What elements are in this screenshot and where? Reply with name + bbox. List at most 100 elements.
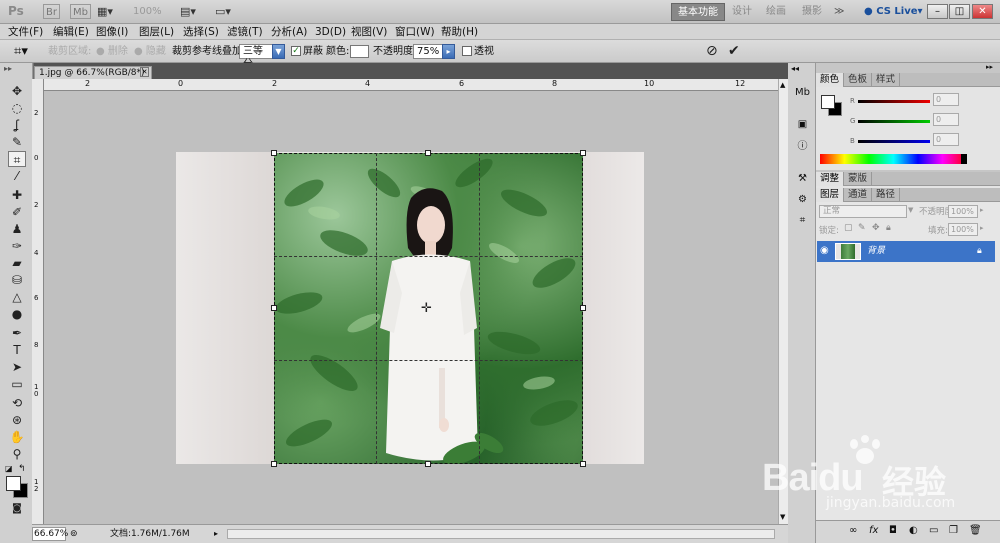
menu-analysis[interactable]: 分析(A) xyxy=(271,24,307,40)
layer-name[interactable]: 背景 xyxy=(867,241,885,261)
cs-live-button[interactable]: ● CS Live▾ xyxy=(864,4,923,19)
menu-view[interactable]: 视图(V) xyxy=(351,24,387,40)
swap-colors-icon[interactable]: ↰ xyxy=(18,464,26,474)
crop-tool-icon[interactable]: ⌗ xyxy=(8,151,26,167)
adjustment-layer-icon[interactable]: ◐ xyxy=(909,525,918,536)
minimize-button[interactable]: – xyxy=(927,4,948,19)
blur-tool-icon[interactable]: △ xyxy=(8,289,26,305)
channel-r-input[interactable]: 0 xyxy=(933,93,959,106)
clone-stamp-tool-icon[interactable]: ♟ xyxy=(8,221,26,237)
marquee-tool-icon[interactable]: ◌ xyxy=(8,100,26,116)
layer-visibility-eye-icon[interactable]: ◉ xyxy=(820,241,829,261)
shield-color-swatch[interactable] xyxy=(350,45,369,58)
add-mask-icon[interactable]: ◘ xyxy=(889,525,897,536)
document-tab[interactable]: 1.jpg @ 66.7%(RGB/8*) ✕ xyxy=(34,66,152,80)
menu-file[interactable]: 文件(F) xyxy=(8,24,43,40)
tab-layers[interactable]: 图层 xyxy=(816,188,845,202)
zoom-level[interactable]: 100% xyxy=(133,4,162,19)
clone-source-panel-icon[interactable]: ⚙ xyxy=(795,193,810,206)
paint-bucket-tool-icon[interactable]: ⛁ xyxy=(8,272,26,288)
brush-tool-icon[interactable]: ✐ xyxy=(8,204,26,220)
menu-window[interactable]: 窗口(W) xyxy=(395,24,435,40)
collapse-toolbox-icon[interactable]: ▸▸ xyxy=(4,64,12,73)
new-group-icon[interactable]: ▭ xyxy=(929,525,938,536)
delete-layer-icon[interactable]: 🗑︎ xyxy=(969,525,982,536)
tab-styles[interactable]: 样式 xyxy=(872,73,901,87)
delete-radio[interactable]: ● 删除 xyxy=(96,40,128,63)
crop-handle-bottom-right[interactable] xyxy=(580,461,586,467)
opacity-slider-icon[interactable]: ▸ xyxy=(442,44,455,59)
tab-masks[interactable]: 蒙版 xyxy=(844,172,873,186)
fill-input[interactable]: 100% xyxy=(948,223,978,236)
overlay-dropdown-icon[interactable]: ▼ xyxy=(272,44,285,59)
eraser-tool-icon[interactable]: ▰ xyxy=(8,255,26,271)
lock-all-icon[interactable]: 🔒︎ xyxy=(886,223,891,233)
workspace-design[interactable]: 设计 xyxy=(726,3,758,21)
lasso-tool-icon[interactable]: ʆ xyxy=(8,117,26,133)
crop-handle-top-left[interactable] xyxy=(271,150,277,156)
crop-tool-preset-icon[interactable]: ⌗▾ xyxy=(14,40,28,63)
channel-b-input[interactable]: 0 xyxy=(933,133,959,146)
menu-select[interactable]: 选择(S) xyxy=(183,24,219,40)
3d-rotate-tool-icon[interactable]: ⟲ xyxy=(8,395,26,411)
crop-handle-left[interactable] xyxy=(271,305,277,311)
expand-panels-icon[interactable]: ◂◂ xyxy=(791,64,799,73)
move-tool-icon[interactable]: ✥ xyxy=(8,83,26,99)
type-tool-icon[interactable]: T xyxy=(8,342,26,358)
channel-g-input[interactable]: 0 xyxy=(933,113,959,126)
panel-foreground-swatch[interactable] xyxy=(821,95,835,109)
quick-mask-icon[interactable]: ◙ xyxy=(8,501,26,517)
arrange-documents-icon[interactable]: ▤▾ xyxy=(180,4,196,19)
commit-crop-icon[interactable]: ✔ xyxy=(728,40,740,63)
healing-brush-tool-icon[interactable]: ✚ xyxy=(8,187,26,203)
zoom-tool-icon[interactable]: ⚲ xyxy=(8,446,26,462)
lock-transparent-icon[interactable]: ▢ xyxy=(844,223,853,233)
crop-handle-top[interactable] xyxy=(425,150,431,156)
restore-button[interactable]: ◫ xyxy=(949,4,970,19)
info-panel-icon[interactable]: ⓘ xyxy=(795,140,810,153)
hide-radio[interactable]: ● 隐藏 xyxy=(134,40,166,63)
layer-style-icon[interactable]: fx xyxy=(869,525,878,536)
workspace-essentials[interactable]: 基本功能 xyxy=(671,3,725,21)
overlay-select[interactable]: 三等分 xyxy=(239,44,273,70)
eyedropper-tool-icon[interactable]: ⁄ xyxy=(8,168,26,184)
tab-paths[interactable]: 路径 xyxy=(872,188,901,202)
channel-b-slider[interactable] xyxy=(858,140,930,143)
crop-handle-bottom-left[interactable] xyxy=(271,461,277,467)
foreground-color-swatch[interactable] xyxy=(6,476,21,491)
view-extras-icon[interactable]: ▦▾ xyxy=(97,4,113,19)
3d-orbit-tool-icon[interactable]: ⊛ xyxy=(8,412,26,428)
history-brush-tool-icon[interactable]: ✑ xyxy=(8,238,26,254)
menu-filter[interactable]: 滤镜(T) xyxy=(227,24,263,40)
mini-bridge-panel-icon[interactable]: Mb xyxy=(795,86,810,99)
blend-mode-select[interactable]: 正常 xyxy=(819,205,907,218)
layer-row[interactable]: ◉ 背景 🔒︎ xyxy=(817,241,995,262)
perspective-checkbox[interactable] xyxy=(462,46,472,56)
color-spectrum-ramp[interactable] xyxy=(820,154,967,164)
tab-channels[interactable]: 通道 xyxy=(844,188,873,202)
dodge-tool-icon[interactable]: ● xyxy=(8,306,26,322)
layer-opacity-input[interactable]: 100% xyxy=(948,205,978,218)
lock-image-icon[interactable]: ✎ xyxy=(858,223,866,233)
hand-tool-icon[interactable]: ✋ xyxy=(8,429,26,445)
workspace-painting[interactable]: 绘画 xyxy=(760,3,792,21)
menu-edit[interactable]: 编辑(E) xyxy=(53,24,89,40)
new-layer-icon[interactable]: ❐ xyxy=(949,525,958,536)
blend-mode-dropdown-icon[interactable]: ▼ xyxy=(908,206,913,214)
crop-handle-top-right[interactable] xyxy=(580,150,586,156)
menu-3d[interactable]: 3D(D) xyxy=(315,24,346,40)
lock-position-icon[interactable]: ✥ xyxy=(872,223,880,233)
workspace-photography[interactable]: 摄影 xyxy=(796,3,828,21)
default-colors-icon[interactable]: ◪ xyxy=(5,464,13,473)
crop-handle-bottom[interactable] xyxy=(425,461,431,467)
shield-checkbox[interactable]: ✓ xyxy=(291,46,301,56)
horizontal-scrollbar[interactable] xyxy=(227,529,775,539)
channel-r-slider[interactable] xyxy=(858,100,930,103)
pen-tool-icon[interactable]: ✒ xyxy=(8,325,26,341)
crop-center-point-icon[interactable]: ✛ xyxy=(421,301,432,316)
tab-color[interactable]: 颜色 xyxy=(816,73,845,87)
collapse-panel-icon[interactable]: ▸▸ xyxy=(986,63,993,71)
brush-presets-panel-icon[interactable]: ⚒ xyxy=(795,172,810,185)
tab-adjustments[interactable]: 调整 xyxy=(816,172,845,186)
bridge-button[interactable]: Br xyxy=(43,4,60,19)
